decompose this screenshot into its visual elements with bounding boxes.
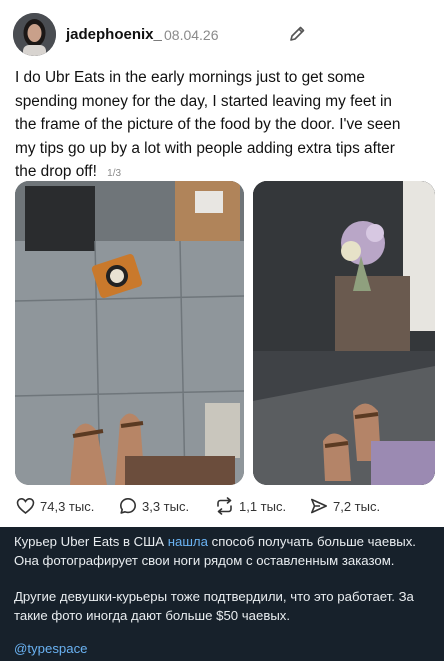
post-body: I do Ubr Eats in the early mornings just… — [15, 69, 401, 181]
channel-tag-link[interactable]: @typespace — [14, 641, 88, 656]
post-actions: 74,3 тыс. 3,3 тыс. 1,1 тыс. 7,2 тыс. — [0, 497, 444, 519]
share-button[interactable]: 7,2 тыс. — [310, 497, 380, 515]
post-photo-2[interactable] — [253, 181, 435, 485]
paper-plane-icon — [310, 497, 328, 515]
caption-paragraph-2: Другие девушки-курьеры тоже подтвердили,… — [14, 589, 414, 623]
page-indicator: 1/3 — [107, 168, 122, 180]
shares-count: 7,2 тыс. — [333, 498, 381, 514]
post-date: 08.04.26 — [164, 27, 219, 43]
reply-button[interactable]: 3,3 тыс. — [119, 497, 189, 515]
repost-icon — [215, 497, 234, 515]
caption-paragraph-1: Курьер Uber Eats в США нашла способ полу… — [14, 533, 434, 570]
caption-link[interactable]: нашла — [168, 534, 208, 549]
caption-text: Курьер Uber Eats в США — [14, 534, 168, 549]
heart-icon — [16, 497, 35, 515]
username[interactable]: jadephoenix_ — [66, 26, 162, 43]
post-text: I do Ubr Eats in the early mornings just… — [15, 66, 415, 186]
reposts-count: 1,1 тыс. — [239, 498, 287, 514]
speech-bubble-icon — [119, 497, 137, 515]
repost-button[interactable]: 1,1 тыс. — [215, 497, 286, 515]
avatar[interactable] — [13, 13, 56, 56]
likes-count: 74,3 тыс. — [40, 498, 95, 514]
replies-count: 3,3 тыс. — [142, 498, 190, 514]
post-card: jadephoenix_ 08.04.26 I do Ubr Eats in t… — [0, 0, 444, 527]
channel-caption: Курьер Uber Eats в США нашла способ полу… — [14, 533, 434, 625]
pencil-icon[interactable] — [288, 25, 306, 43]
like-button[interactable]: 74,3 тыс. — [16, 497, 94, 515]
post-photo-1[interactable] — [15, 181, 244, 485]
